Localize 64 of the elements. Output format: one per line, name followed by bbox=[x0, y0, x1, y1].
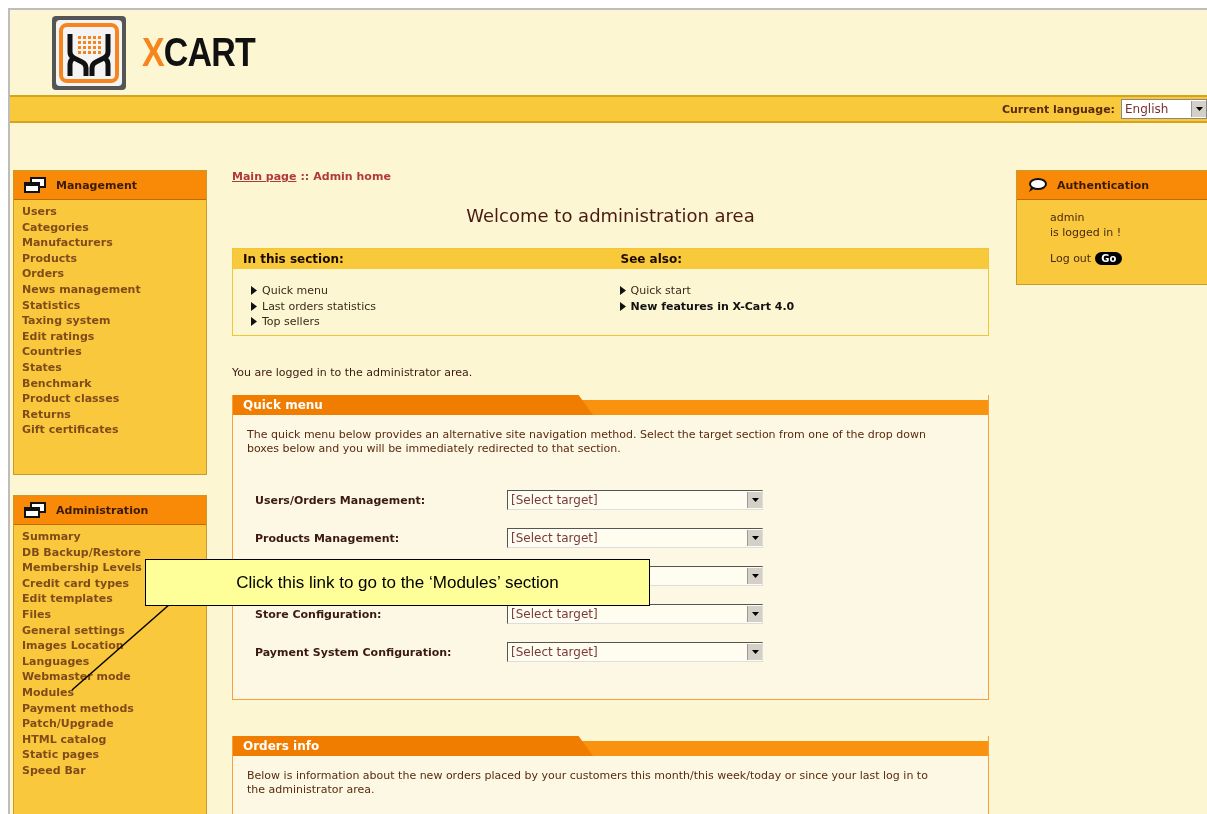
breadcrumb-current: Admin home bbox=[313, 170, 391, 183]
field-label: Payment System Configuration: bbox=[255, 645, 453, 659]
section-link[interactable]: New features in X-Cart 4.0 bbox=[619, 298, 988, 315]
callout-tooltip: Click this link to go to the ‘Modules’ section bbox=[145, 559, 650, 606]
panel-title: Administration bbox=[56, 503, 149, 517]
menu-link[interactable]: Returns bbox=[22, 406, 198, 423]
page-title: Welcome to administration area bbox=[465, 205, 756, 226]
breadcrumb-link[interactable]: Main page bbox=[232, 170, 297, 183]
menu-link[interactable]: Languages bbox=[22, 653, 198, 670]
intro-text: Below is information about the new orders placed by your customers this month/this week/today or since your last log in to the administrator area. bbox=[246, 768, 929, 797]
select-field[interactable]: [Select target] bbox=[507, 642, 763, 662]
menu-link[interactable]: Benchmark bbox=[22, 375, 198, 392]
field-label: Store Configuration: bbox=[255, 607, 383, 621]
section-link[interactable]: Last orders statistics bbox=[251, 298, 620, 315]
menu-link[interactable]: Products bbox=[22, 250, 198, 267]
section-link[interactable]: Quick menu bbox=[251, 283, 620, 299]
menu-link[interactable]: Manufacturers bbox=[22, 235, 198, 251]
menu-link[interactable]: Gift certificates bbox=[22, 422, 198, 438]
panel-title: Management bbox=[56, 178, 137, 192]
menu-link[interactable]: DB Backup/Restore bbox=[22, 544, 198, 561]
menu-link[interactable]: Payment methods bbox=[22, 700, 198, 717]
menu-link[interactable]: Modules bbox=[22, 684, 198, 701]
language-label: Current language: bbox=[1001, 102, 1115, 116]
menu-link[interactable]: Speed Bar bbox=[22, 762, 198, 779]
login-status: is logged in ! bbox=[1050, 225, 1123, 240]
menu-link[interactable]: News management bbox=[22, 281, 198, 298]
select-field[interactable]: [Select target] bbox=[507, 490, 763, 510]
select-field[interactable]: [Select target] bbox=[507, 528, 763, 548]
menu-link[interactable]: Edit ratings bbox=[22, 328, 198, 345]
menu-link[interactable]: Files bbox=[22, 606, 198, 623]
breadcrumb-separator: :: bbox=[300, 170, 310, 183]
menu-link[interactable]: Product classes bbox=[22, 391, 198, 407]
menu-link[interactable]: General settings bbox=[22, 622, 198, 639]
menu-link[interactable]: HTML catalog bbox=[22, 731, 198, 748]
menu-link[interactable]: Categories bbox=[22, 219, 198, 236]
menu-link[interactable]: States bbox=[22, 359, 198, 376]
cart-logo-icon bbox=[50, 13, 128, 92]
panel-title: Authentication bbox=[1057, 178, 1150, 192]
windows-icon bbox=[24, 177, 46, 193]
brand-logo: XCART bbox=[142, 30, 255, 75]
logout-label: Log out bbox=[1050, 252, 1092, 265]
section-link[interactable]: Top sellers bbox=[251, 314, 620, 330]
menu-link[interactable]: Countries bbox=[22, 344, 198, 360]
menu-link[interactable]: Patch/Upgrade bbox=[22, 716, 198, 732]
go-button[interactable]: Go bbox=[1095, 252, 1123, 265]
language-select[interactable]: English bbox=[1121, 99, 1207, 119]
menu-link[interactable]: Static pages bbox=[22, 747, 198, 763]
intro-text: The quick menu below provides an alternative site navigation method. Select the target section from one of the drop down boxes below and you will be immediately redirected to that section. bbox=[246, 427, 927, 456]
section-title: In this section: bbox=[242, 251, 345, 268]
username: admin bbox=[1050, 210, 1086, 225]
select-field[interactable]: [Select target] bbox=[507, 604, 763, 624]
menu-link[interactable]: Statistics bbox=[22, 297, 198, 314]
windows-icon bbox=[24, 502, 46, 518]
menu-link[interactable]: Summary bbox=[22, 529, 198, 545]
menu-link[interactable]: Orders bbox=[22, 266, 198, 282]
speech-bubble-icon bbox=[1027, 177, 1047, 193]
login-note: You are logged in to the administrator area. bbox=[232, 366, 474, 379]
section-title: See also: bbox=[619, 251, 683, 268]
menu-link[interactable]: Taxing system bbox=[22, 313, 198, 329]
field-label: Products Management: bbox=[255, 531, 401, 545]
menu-link[interactable]: Images Location bbox=[22, 638, 198, 654]
menu-link[interactable]: Users bbox=[22, 204, 198, 220]
field-label: Users/Orders Management: bbox=[255, 493, 427, 507]
section-link[interactable]: Quick start bbox=[619, 283, 988, 299]
